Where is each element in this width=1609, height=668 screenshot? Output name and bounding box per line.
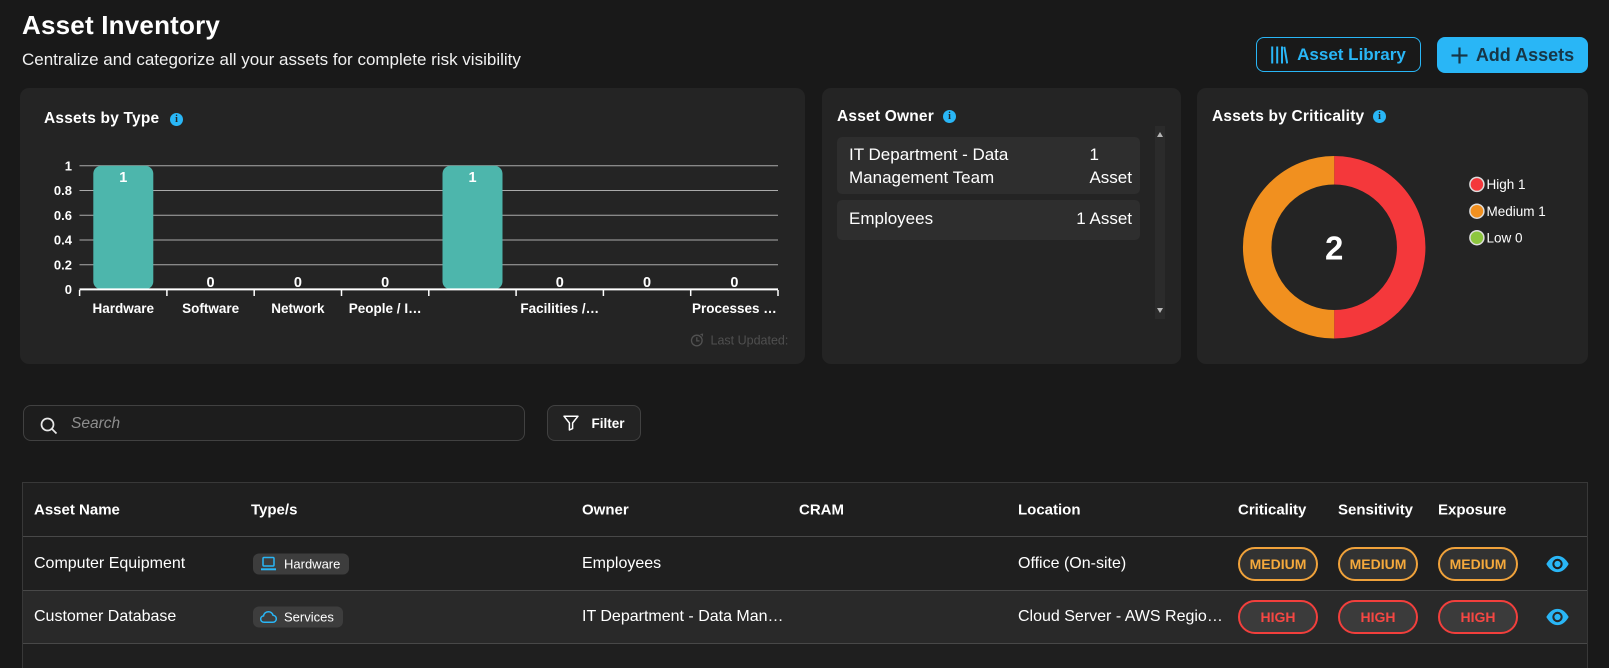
svg-text:0.6: 0.6	[54, 208, 72, 223]
svg-text:Network: Network	[271, 301, 325, 316]
svg-text:Processes …: Processes …	[692, 301, 777, 316]
svg-text:1: 1	[468, 170, 476, 186]
svg-text:0: 0	[294, 275, 302, 291]
svg-text:Software: Software	[182, 301, 240, 316]
svg-text:Last Updated:: Last Updated:	[711, 334, 789, 348]
svg-text:Medium 1: Medium 1	[1487, 204, 1546, 219]
svg-text:0.2: 0.2	[54, 257, 72, 272]
svg-text:0.8: 0.8	[54, 183, 72, 198]
svg-text:2: 2	[1325, 230, 1343, 267]
svg-text:0.4: 0.4	[54, 233, 73, 248]
svg-text:0: 0	[207, 275, 215, 291]
svg-text:1: 1	[65, 159, 72, 174]
svg-text:Facilities /…: Facilities /…	[520, 301, 599, 316]
svg-text:0: 0	[65, 282, 72, 297]
svg-text:0: 0	[643, 275, 651, 291]
svg-text:1: 1	[119, 170, 127, 186]
svg-text:People / I…: People / I…	[349, 301, 422, 316]
svg-text:Hardware: Hardware	[93, 301, 155, 316]
svg-text:High 1: High 1	[1487, 177, 1526, 192]
svg-text:0: 0	[730, 275, 738, 291]
svg-text:0: 0	[381, 275, 389, 291]
svg-text:0: 0	[556, 275, 564, 291]
svg-text:Low 0: Low 0	[1487, 231, 1523, 246]
